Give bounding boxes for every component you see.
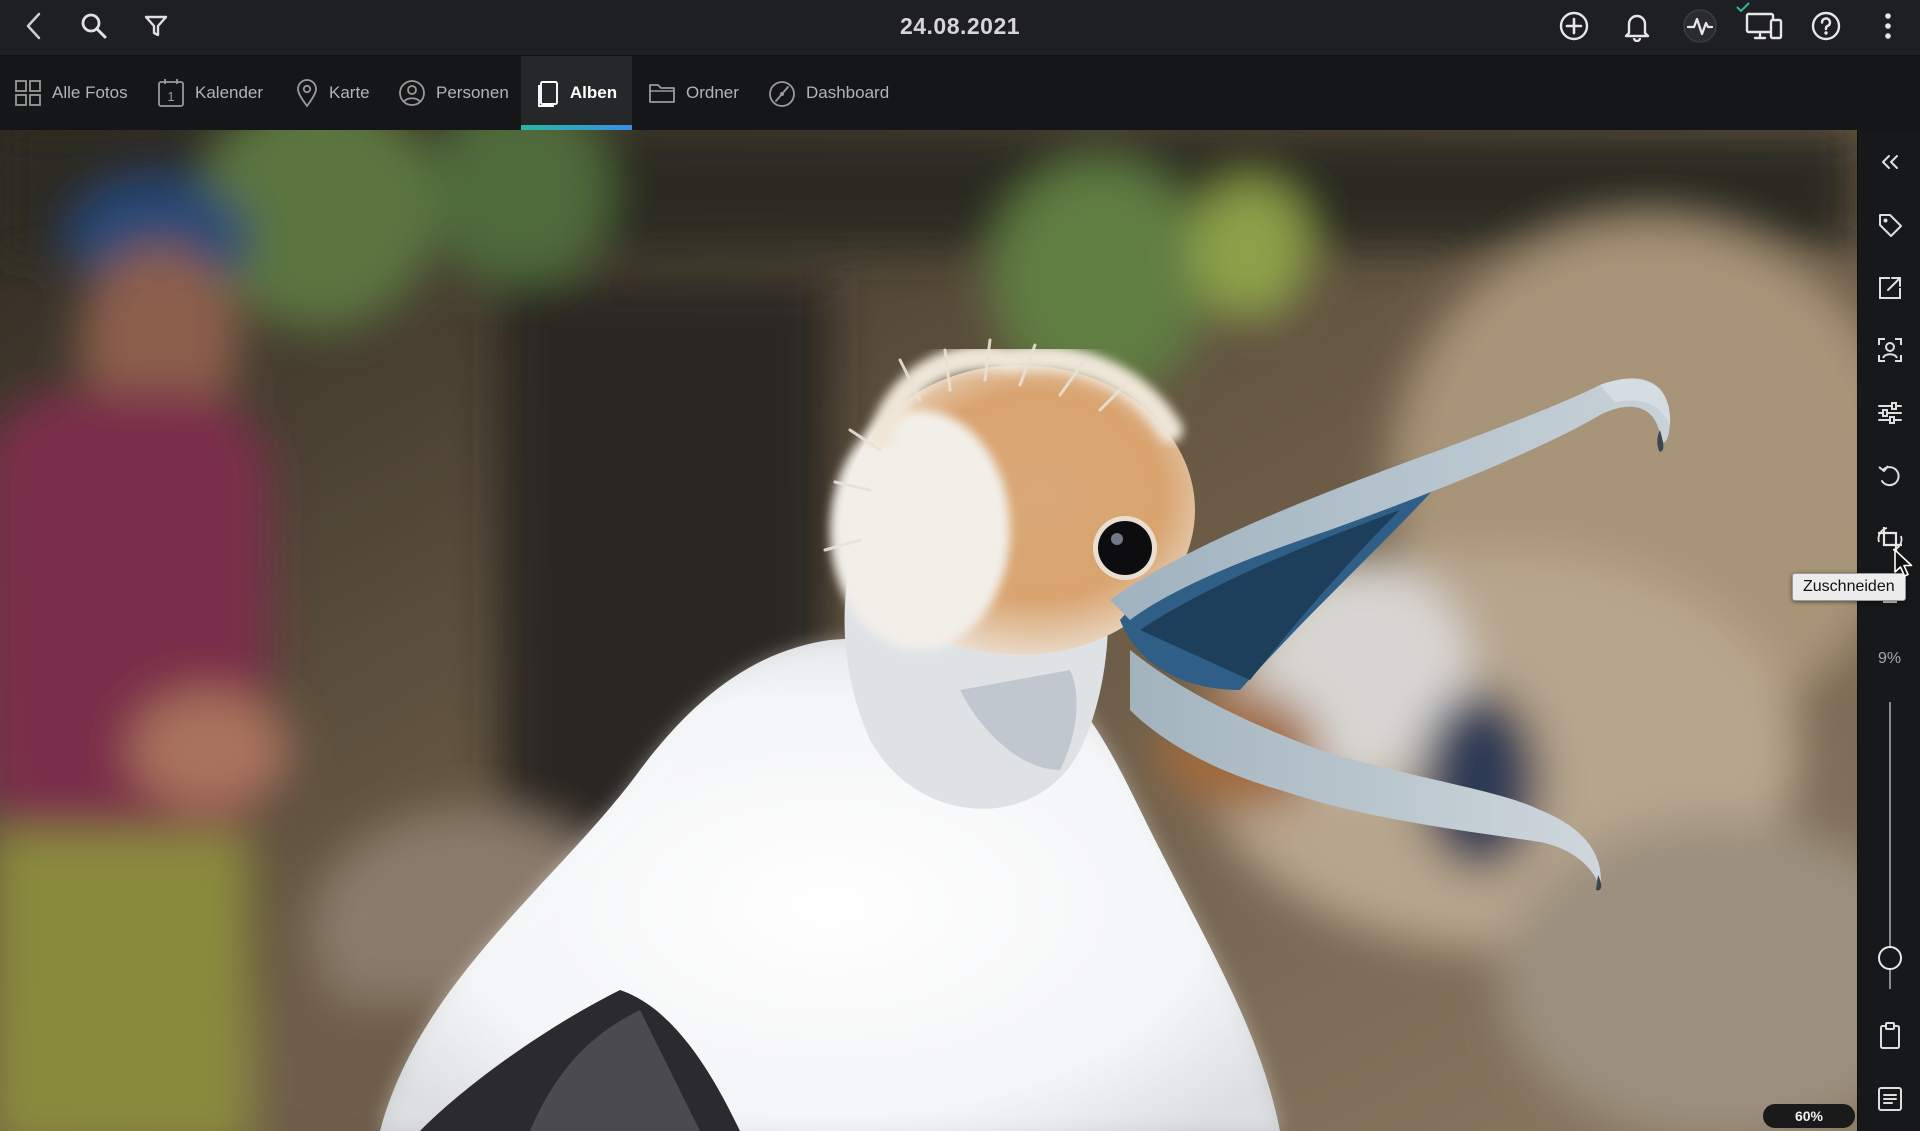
tab-dashboard[interactable]: Dashboard xyxy=(768,56,889,130)
photo-viewer[interactable] xyxy=(0,130,1857,1131)
tab-label: Personen xyxy=(436,83,509,102)
filter-icon[interactable] xyxy=(138,8,174,44)
tab-karte[interactable]: Karte xyxy=(295,56,370,130)
face-scan-icon[interactable] xyxy=(1870,330,1910,370)
tab-label: Dashboard xyxy=(806,83,890,102)
search-icon[interactable] xyxy=(76,8,112,44)
more-icon[interactable] xyxy=(1872,8,1904,44)
back-icon[interactable] xyxy=(16,8,52,44)
calendar-icon: 1 xyxy=(158,79,184,107)
details-icon[interactable] xyxy=(1870,1079,1910,1119)
album-icon xyxy=(537,81,558,107)
clipboard-icon[interactable] xyxy=(1870,1016,1910,1056)
tab-label: Alle Fotos xyxy=(52,83,128,102)
photo-image xyxy=(0,130,1857,1131)
tag-icon[interactable] xyxy=(1870,205,1910,245)
adjust-icon[interactable] xyxy=(1870,393,1910,433)
dashboard-icon xyxy=(769,81,795,107)
tab-ordner[interactable]: Ordner xyxy=(648,56,739,130)
top-bar: 24.08.2021 xyxy=(0,0,1920,56)
tab-personen[interactable]: Personen xyxy=(398,56,509,130)
crop-tooltip: Zuschneiden xyxy=(1792,573,1906,601)
grid-icon xyxy=(15,80,41,106)
tab-label: Alben xyxy=(569,83,618,102)
activity-icon[interactable] xyxy=(1681,7,1719,45)
zoom-percent-label: 9% xyxy=(1877,650,1902,667)
calendar-day-number: 1 xyxy=(167,89,174,104)
help-icon[interactable] xyxy=(1808,8,1844,44)
open-external-icon[interactable] xyxy=(1870,268,1910,308)
tool-sidebar: 9% xyxy=(1857,130,1920,1131)
tab-label: Ordner xyxy=(686,83,739,102)
tab-label: Karte xyxy=(329,83,370,102)
tab-alben[interactable]: Alben xyxy=(521,56,632,130)
tab-label: Kalender xyxy=(195,83,264,102)
add-icon[interactable] xyxy=(1556,8,1592,44)
rotate-icon[interactable] xyxy=(1870,456,1910,496)
tab-alle-fotos[interactable]: Alle Fotos xyxy=(14,56,128,130)
person-icon xyxy=(399,80,425,106)
devices-icon[interactable] xyxy=(1744,8,1784,44)
tab-kalender[interactable]: 1 Kalender xyxy=(157,56,263,130)
main-navigation: Alle Fotos 1 Kalender Karte Personen Alb… xyxy=(0,56,1920,130)
bell-icon[interactable] xyxy=(1619,8,1655,44)
mouse-cursor-icon xyxy=(1894,549,1913,577)
map-pin-icon xyxy=(297,79,317,108)
zoom-slider-handle[interactable] xyxy=(1878,946,1902,970)
folder-icon xyxy=(649,84,675,103)
zoom-level-badge: 60% xyxy=(1763,1104,1855,1128)
collapse-icon[interactable] xyxy=(1870,142,1910,182)
